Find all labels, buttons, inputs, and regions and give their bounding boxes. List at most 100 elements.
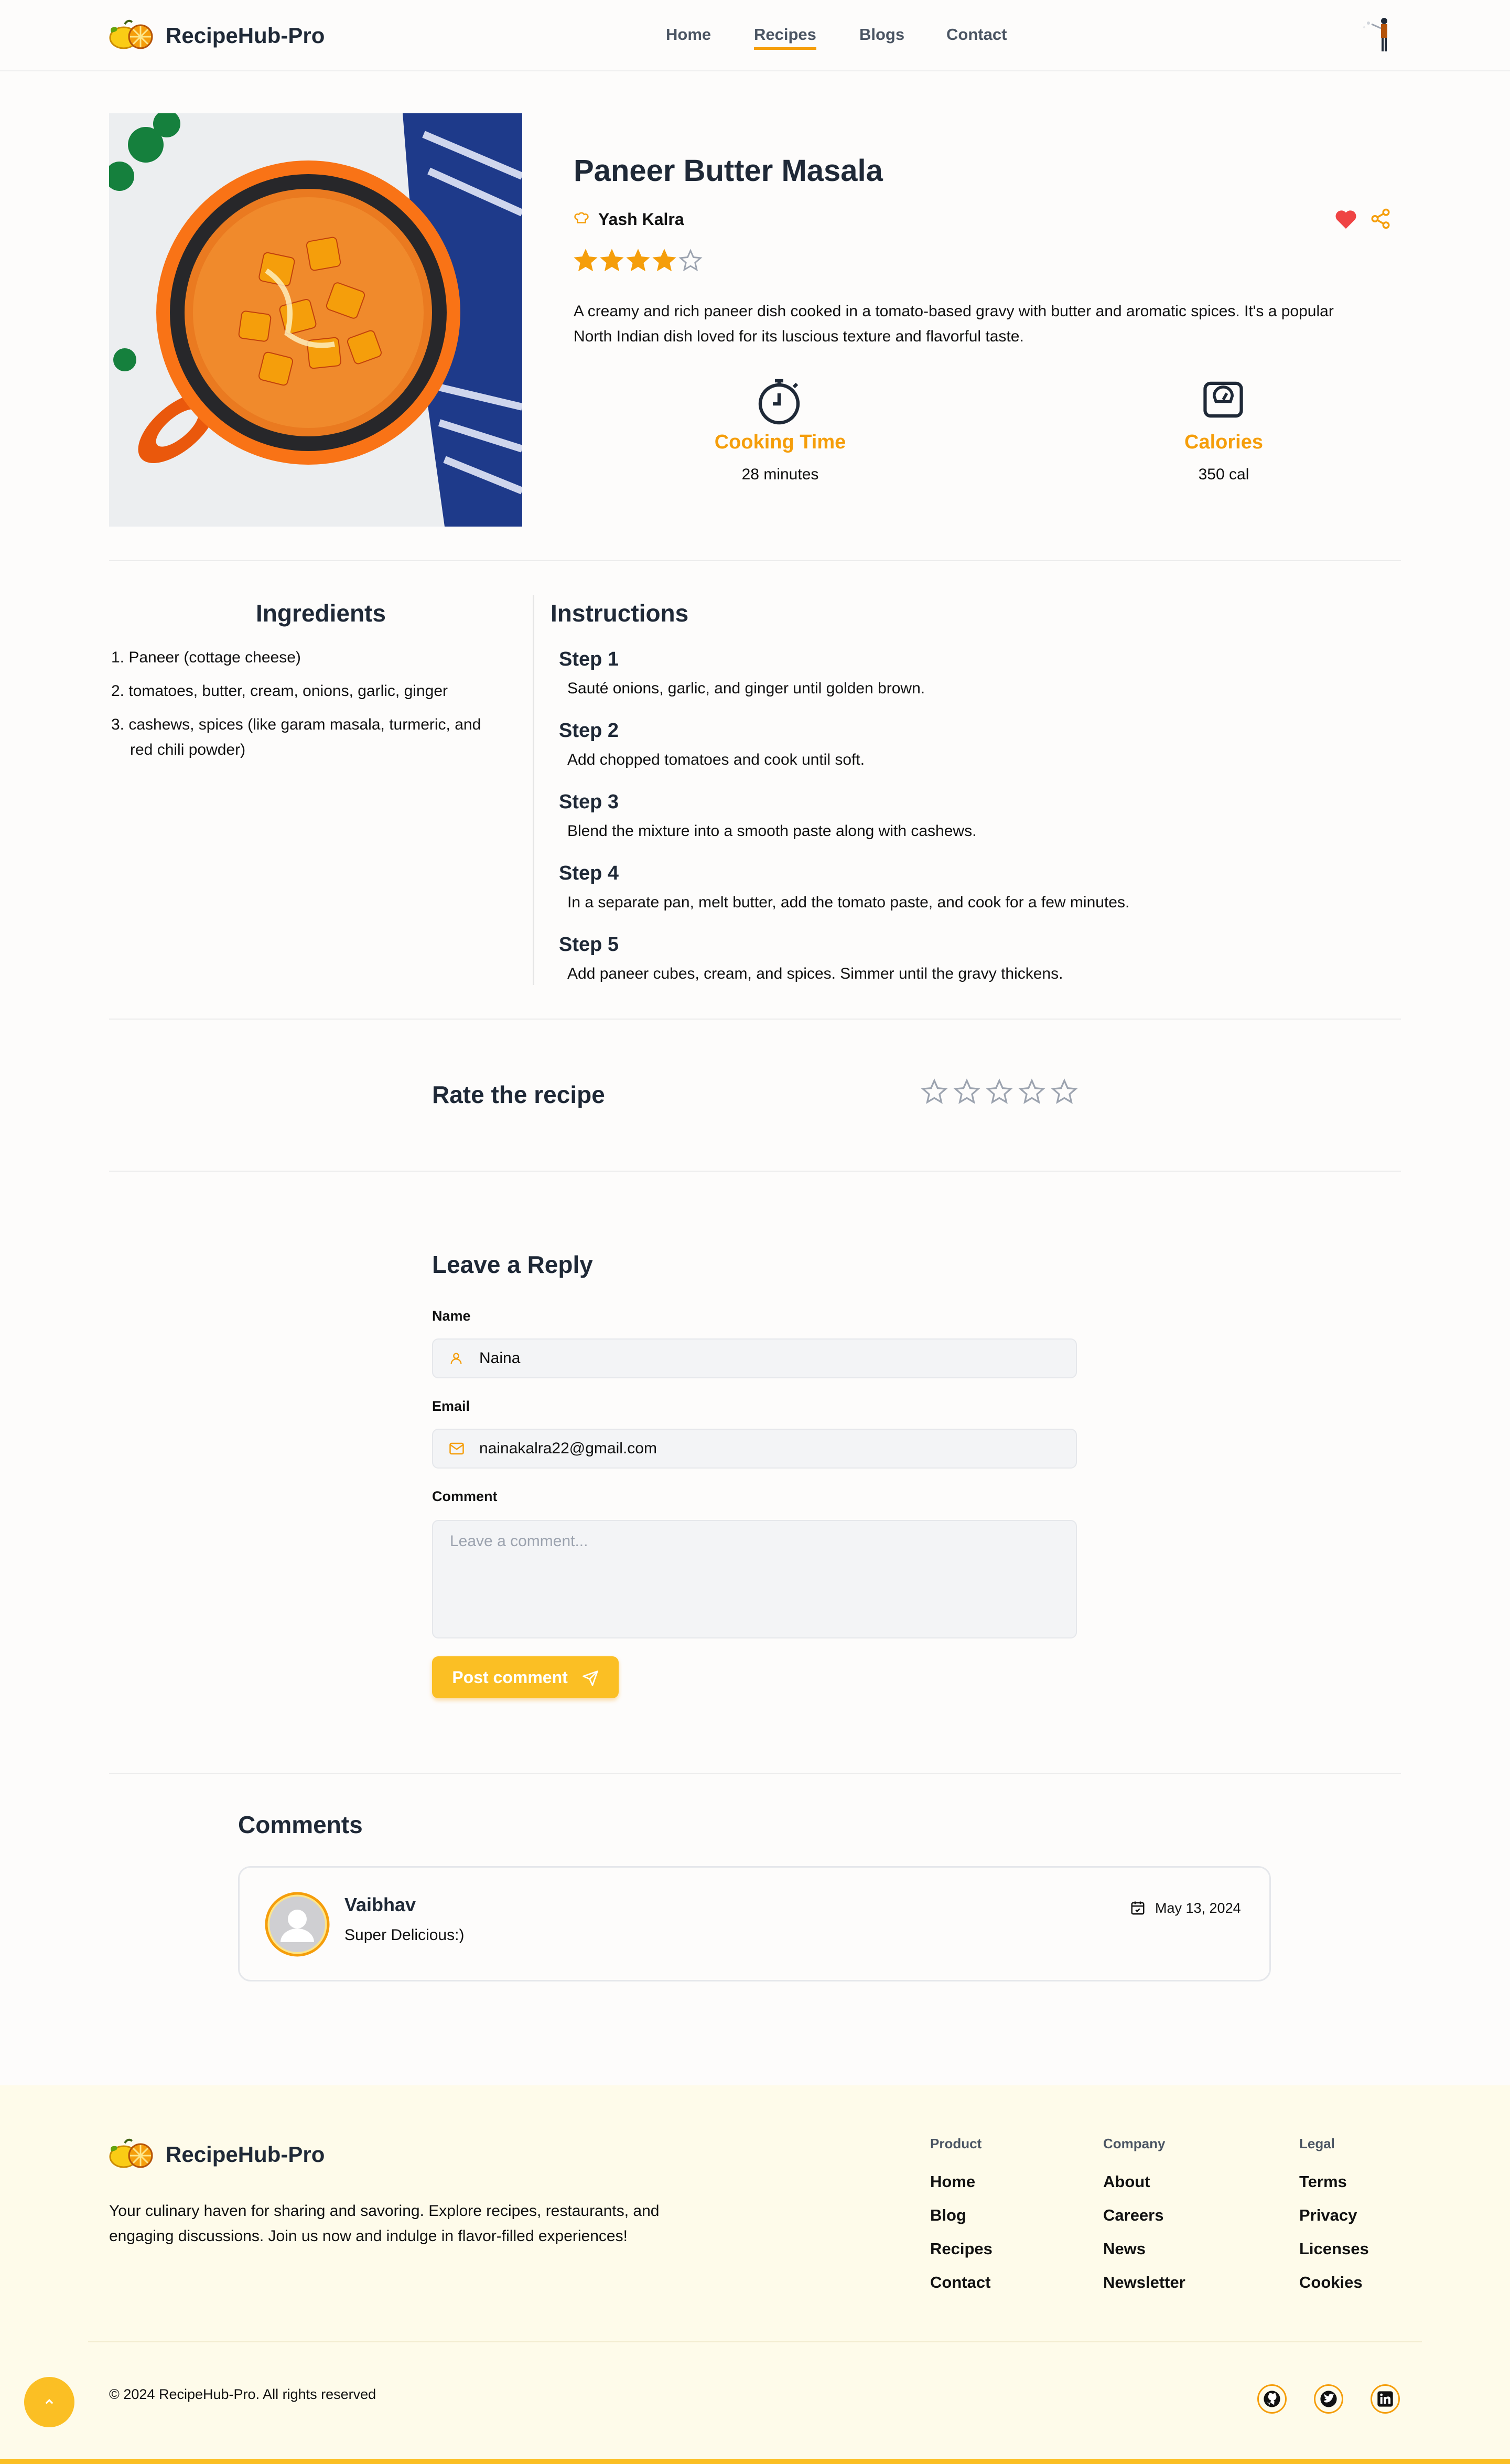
- footer-link-blog[interactable]: Blog: [930, 2206, 966, 2225]
- twitter-link[interactable]: [1314, 2384, 1343, 2414]
- post-comment-label: Post comment: [452, 1667, 568, 1687]
- step-text: Blend the mixture into a smooth paste al…: [567, 822, 977, 840]
- footer-copyright: © 2024 RecipeHub-Pro. All rights reserve…: [109, 2386, 376, 2402]
- footer-link-licenses[interactable]: Licenses: [1299, 2240, 1369, 2258]
- step-title: Step 3: [559, 791, 619, 813]
- step-title: Step 5: [559, 934, 619, 956]
- footer-link-home[interactable]: Home: [930, 2172, 975, 2191]
- ingredient-item: 3. cashews, spices (like garam masala, t…: [111, 716, 481, 733]
- lemon-logo-icon: [109, 2138, 153, 2168]
- name-field-wrapper: [432, 1338, 1077, 1378]
- rate-label: Rate the recipe: [432, 1081, 605, 1108]
- divider: [109, 1171, 1401, 1172]
- rate-star-icon[interactable]: [953, 1078, 980, 1106]
- user-icon: [450, 1353, 462, 1364]
- comment-label: Comment: [432, 1488, 498, 1504]
- nav-recipes[interactable]: Recipes: [754, 25, 816, 50]
- scroll-to-top-button[interactable]: [24, 2377, 74, 2427]
- comment-textarea[interactable]: [433, 1521, 1076, 1637]
- step-title: Step 4: [559, 862, 619, 884]
- scale-icon: [1203, 381, 1243, 418]
- brand-name[interactable]: RecipeHub-Pro: [166, 23, 325, 48]
- chevron-up-icon: [45, 2399, 53, 2404]
- divider: [109, 1773, 1401, 1774]
- email-label: Email: [432, 1398, 470, 1414]
- recipe-rating: [574, 249, 703, 274]
- footer-tagline-line: Your culinary haven for sharing and savo…: [109, 2202, 660, 2220]
- user-avatar[interactable]: [1358, 16, 1395, 53]
- footer-link-careers[interactable]: Careers: [1103, 2206, 1163, 2225]
- step-title: Step 1: [559, 648, 619, 670]
- name-input[interactable]: [479, 1340, 1056, 1377]
- twitter-icon: [1320, 2391, 1337, 2407]
- footer-link-contact[interactable]: Contact: [930, 2273, 990, 2292]
- nav-contact[interactable]: Contact: [946, 25, 1007, 44]
- calories-value: 350 cal: [1198, 466, 1249, 483]
- name-label: Name: [432, 1308, 471, 1324]
- linkedin-icon: [1377, 2391, 1393, 2407]
- email-field-wrapper: [432, 1429, 1077, 1469]
- step-text: Sauté onions, garlic, and ginger until g…: [567, 680, 925, 697]
- mail-icon: [449, 1442, 464, 1455]
- rate-stars: [921, 1078, 1078, 1106]
- footer-link-about[interactable]: About: [1103, 2172, 1150, 2191]
- linkedin-link[interactable]: [1371, 2384, 1400, 2414]
- footer-product-heading: Product: [930, 2136, 982, 2151]
- recipe-title: Paneer Butter Masala: [574, 154, 883, 188]
- recipe-description: A creamy and rich paneer dish cooked in …: [574, 303, 1334, 345]
- divider: [109, 1019, 1401, 1020]
- star-icon: [678, 249, 703, 272]
- comment-card: Vaibhav Super Delicious:) May 13, 2024: [238, 1866, 1271, 1981]
- footer-tagline: Your culinary haven for sharing and savo…: [109, 2199, 660, 2249]
- instructions-heading: Instructions: [551, 599, 689, 627]
- star-icon: [600, 249, 624, 272]
- comment-author: Vaibhav: [344, 1894, 416, 1915]
- footer-divider: [88, 2341, 1422, 2342]
- footer-company-heading: Company: [1103, 2136, 1166, 2151]
- star-icon: [652, 249, 676, 272]
- send-icon: [583, 1670, 598, 1686]
- recipe-author[interactable]: Yash Kalra: [598, 210, 684, 229]
- reply-heading: Leave a Reply: [432, 1251, 593, 1278]
- divider: [109, 560, 1401, 561]
- heart-icon[interactable]: [1334, 208, 1358, 230]
- comment-date: May 13, 2024: [1155, 1900, 1241, 1916]
- avatar: [265, 1892, 330, 1957]
- ingredient-item: 2. tomatoes, butter, cream, onions, garl…: [111, 682, 448, 700]
- ingredients-heading: Ingredients: [256, 599, 386, 627]
- calendar-icon: [1131, 1901, 1145, 1915]
- comment-field-wrapper: [432, 1520, 1077, 1638]
- rate-star-icon[interactable]: [921, 1078, 948, 1106]
- calories-label: Calories: [1184, 431, 1263, 453]
- column-divider: [533, 595, 534, 985]
- site-header: RecipeHub-Pro Home Recipes Blogs Contact: [0, 0, 1510, 71]
- footer-link-terms[interactable]: Terms: [1299, 2172, 1347, 2191]
- footer-legal-heading: Legal: [1299, 2136, 1335, 2151]
- rate-star-icon[interactable]: [1018, 1078, 1045, 1106]
- footer-brand-name[interactable]: RecipeHub-Pro: [166, 2142, 325, 2167]
- star-icon: [626, 249, 650, 272]
- footer-link-newsletter[interactable]: Newsletter: [1103, 2273, 1185, 2292]
- share-icon[interactable]: [1369, 208, 1392, 230]
- comments-heading: Comments: [238, 1811, 363, 1838]
- post-comment-button[interactable]: Post comment: [432, 1656, 619, 1698]
- footer-link-cookies[interactable]: Cookies: [1299, 2273, 1363, 2292]
- email-input[interactable]: [479, 1430, 1056, 1467]
- bottom-accent-bar: [0, 2459, 1510, 2464]
- footer-link-recipes[interactable]: Recipes: [930, 2240, 993, 2258]
- github-link[interactable]: [1257, 2384, 1287, 2414]
- cooking-time-label: Cooking Time: [714, 431, 846, 453]
- ingredient-item: 1. Paneer (cottage cheese): [111, 649, 301, 666]
- nav-blogs[interactable]: Blogs: [859, 25, 904, 44]
- comment-text: Super Delicious:): [344, 1926, 465, 1944]
- rate-star-icon[interactable]: [986, 1078, 1013, 1106]
- ingredient-item-continued: red chili powder): [130, 741, 246, 758]
- footer-link-news[interactable]: News: [1103, 2240, 1146, 2258]
- footer-link-privacy[interactable]: Privacy: [1299, 2206, 1357, 2225]
- stopwatch-icon: [758, 379, 800, 425]
- nav-home[interactable]: Home: [666, 25, 711, 44]
- chef-hat-icon: [574, 212, 589, 223]
- rate-star-icon[interactable]: [1051, 1078, 1078, 1106]
- star-icon: [574, 249, 598, 272]
- step-text: In a separate pan, melt butter, add the …: [567, 894, 1130, 911]
